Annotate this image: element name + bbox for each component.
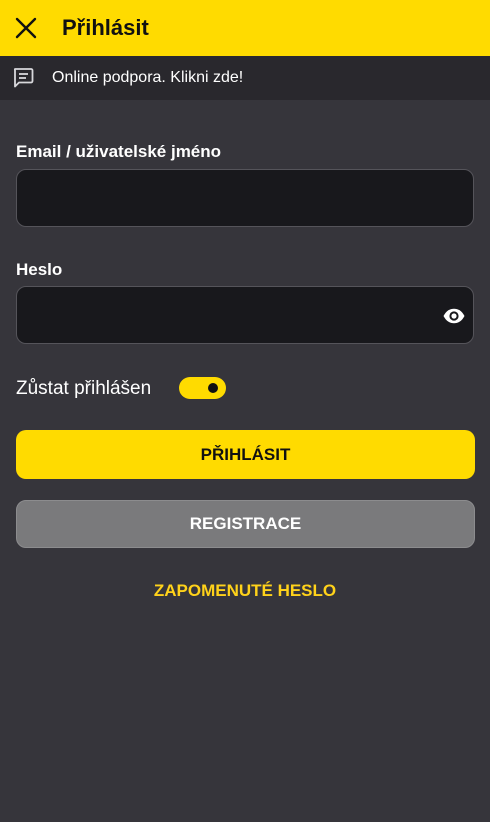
stay-logged-in-label: Zůstat přihlášen [16, 378, 152, 399]
email-field[interactable] [16, 169, 474, 227]
email-label: Email / uživatelské jméno [16, 142, 222, 161]
password-label: Heslo [16, 260, 63, 279]
page-title: Přihlásit [62, 15, 149, 40]
support-text: Online podpora. Klikni zde! [52, 69, 244, 86]
chat-icon [12, 67, 34, 89]
login-button[interactable]: PŘIHLÁSIT [16, 430, 475, 479]
toggle-knob [208, 383, 218, 393]
register-button[interactable]: REGISTRACE [16, 500, 475, 548]
eye-icon[interactable] [442, 304, 466, 328]
online-support-link[interactable]: Online podpora. Klikni zde! [0, 56, 490, 100]
password-field[interactable] [16, 286, 474, 344]
forgot-password-link[interactable]: ZAPOMENUTÉ HESLO [0, 580, 490, 602]
header-bar: Přihlásit [0, 0, 490, 56]
stay-logged-in-toggle[interactable] [179, 377, 226, 399]
close-icon[interactable] [14, 16, 38, 40]
